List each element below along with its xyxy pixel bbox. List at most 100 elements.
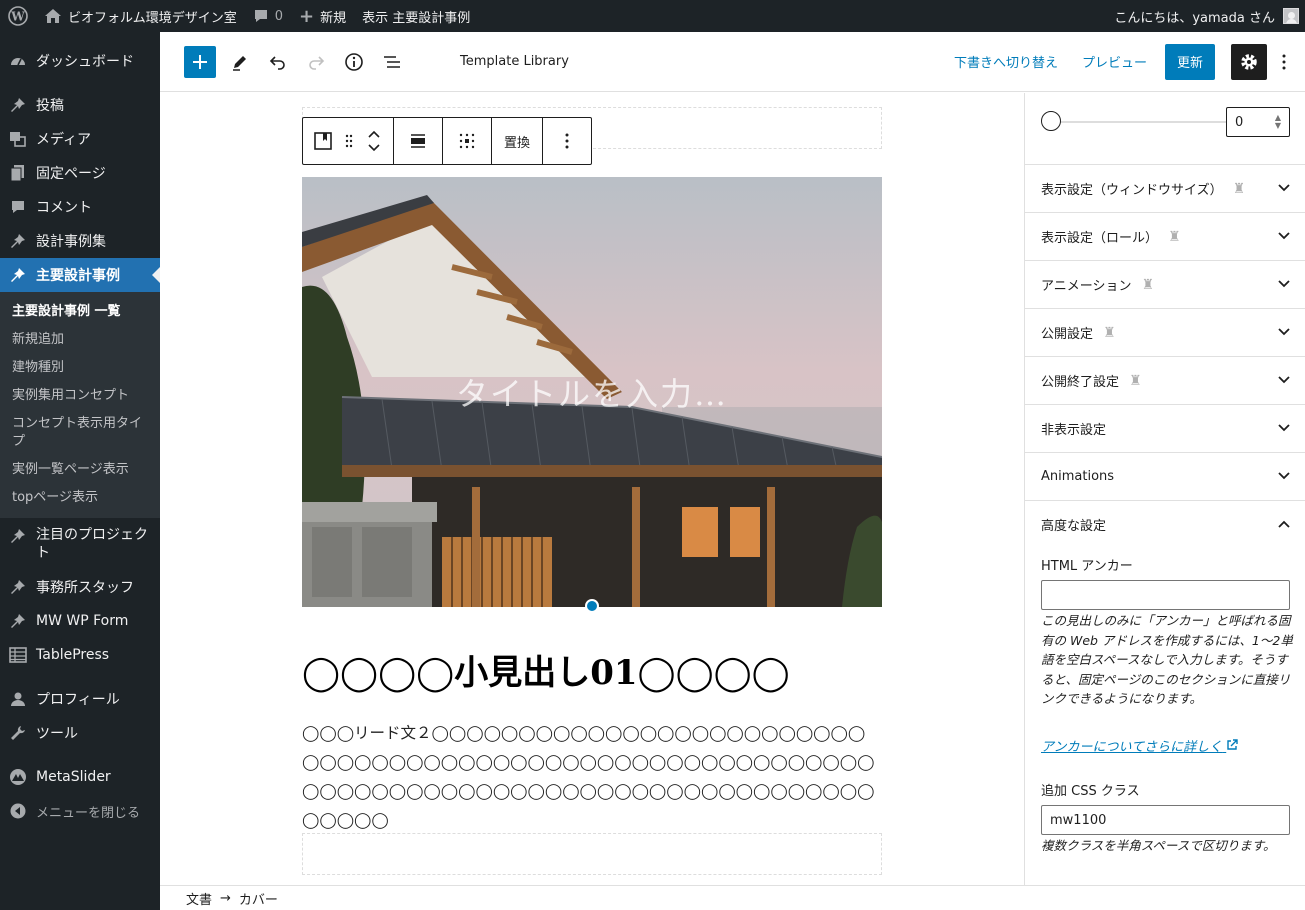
block-options-button[interactable] (549, 118, 585, 164)
panel-publish-end[interactable]: 公開終了設定 ♜ (1025, 356, 1305, 404)
wordpress-logo-icon[interactable]: W (0, 0, 36, 32)
list-view-icon (384, 55, 400, 68)
comment-icon (8, 197, 28, 217)
chevron-down-icon (1278, 469, 1290, 484)
panel-animations[interactable]: Animations (1025, 452, 1305, 500)
plugin-badge-icon: ♜ (1168, 228, 1181, 245)
undo-button[interactable] (260, 44, 296, 80)
avatar (1283, 8, 1299, 24)
submenu-item[interactable]: コンセプト表示用タイプ (0, 410, 160, 456)
preview-button[interactable]: プレビュー (1070, 52, 1159, 71)
submenu-item[interactable]: 新規追加 (0, 326, 160, 354)
range-thumb[interactable] (1041, 111, 1061, 131)
editor-canvas: タイトルを入力… 置換 ◯◯◯◯小見出し01◯◯◯◯ ◯◯◯リード文２◯◯◯◯◯… (160, 93, 1024, 885)
settings-button[interactable] (1231, 43, 1267, 80)
align-wide-icon[interactable] (400, 118, 436, 164)
cover-resize-handle[interactable] (585, 599, 599, 613)
new-label: 新規 (320, 10, 347, 26)
breadcrumb-root[interactable]: 文書 (186, 889, 212, 908)
gear-icon (1241, 53, 1257, 70)
view-post-link[interactable]: 表示 主要設計事例 (354, 0, 478, 32)
submenu-item[interactable]: topページ表示 (0, 484, 160, 512)
chevron-down-icon (1278, 421, 1290, 436)
menu-tablepress[interactable]: TablePress (0, 638, 160, 672)
menu-metaslider[interactable]: MetaSlider (0, 760, 160, 794)
heading-block[interactable]: ◯◯◯◯小見出し01◯◯◯◯ (302, 645, 882, 694)
cover-title-placeholder[interactable]: タイトルを入力… (302, 369, 882, 415)
plugin-badge-icon: ♜ (1103, 324, 1116, 341)
submenu-item[interactable]: 実例集用コンセプト (0, 382, 160, 410)
menu-label: 固定ページ (36, 166, 106, 182)
block-breadcrumb: 文書 → カバー (160, 885, 1305, 910)
more-options-button[interactable] (1269, 44, 1299, 80)
menu-pages[interactable]: 固定ページ (0, 156, 160, 190)
drag-handle-icon[interactable] (337, 118, 361, 164)
panel-hidden[interactable]: 非表示設定 (1025, 404, 1305, 452)
html-anchor-input[interactable] (1041, 580, 1290, 610)
replace-button[interactable]: 置換 (498, 132, 536, 151)
anchor-help-link[interactable]: アンカーについてさらに詳しく (1041, 736, 1238, 755)
submenu-main-cases: 主要設計事例 一覧 新規追加 建物種別 実例集用コンセプト コンセプト表示用タイ… (0, 292, 160, 518)
comment-icon (253, 8, 269, 24)
edit-tool-button[interactable] (222, 44, 258, 80)
menu-profile[interactable]: プロフィール (0, 682, 160, 716)
menu-design-cases[interactable]: 設計事例集 (0, 224, 160, 258)
menu-posts[interactable]: 投稿 (0, 88, 160, 122)
info-icon (345, 52, 363, 71)
account-menu[interactable]: こんにちは、yamada さん (1106, 0, 1305, 32)
switch-to-draft-button[interactable]: 下書きへ切り替え (942, 52, 1070, 71)
block-toolbar: 置換 (302, 117, 593, 165)
list-view-button[interactable] (374, 44, 410, 80)
move-up-down-icon[interactable] (361, 118, 387, 164)
cover-block-icon[interactable] (309, 118, 337, 164)
submenu-item[interactable]: 建物種別 (0, 354, 160, 382)
menu-tools[interactable]: ツール (0, 716, 160, 750)
panel-window-size[interactable]: 表示設定（ウィンドウサイズ） ♜ (1025, 164, 1305, 212)
menu-projects[interactable]: 注目のプロジェクト (0, 518, 160, 570)
paragraph-block[interactable]: ◯◯◯リード文２◯◯◯◯◯◯◯◯◯◯◯◯◯◯◯◯◯◯◯◯◯◯◯◯◯◯◯◯◯◯◯◯… (302, 719, 882, 835)
panel-publish[interactable]: 公開設定 ♜ (1025, 308, 1305, 356)
cover-block[interactable]: タイトルを入力… (302, 177, 882, 607)
submenu-item[interactable]: 実例一覧ページ表示 (0, 456, 160, 484)
more-vertical-icon (565, 133, 569, 149)
range-number-input[interactable]: 0 ▲ ▼ (1226, 107, 1290, 137)
comments-link[interactable]: 0 (245, 0, 291, 32)
update-button[interactable]: 更新 (1164, 43, 1215, 80)
menu-main-cases[interactable]: 主要設計事例 (0, 258, 160, 292)
menu-comments[interactable]: コメント (0, 190, 160, 224)
pencil-icon (233, 55, 246, 71)
panel-title: 公開設定 (1041, 327, 1094, 342)
menu-label: MW WP Form (36, 613, 129, 629)
empty-block-bottom[interactable] (302, 833, 882, 875)
range-track[interactable] (1051, 121, 1226, 123)
content-position-icon[interactable] (449, 118, 485, 164)
arrow-right-icon: → (220, 890, 231, 906)
menu-label: ツール (36, 726, 78, 742)
block-options-group (543, 118, 591, 164)
menu-staff[interactable]: 事務所スタッフ (0, 570, 160, 604)
block-inserter-button[interactable] (184, 45, 216, 78)
document-title[interactable]: Template Library (460, 54, 569, 69)
html-anchor-label: HTML アンカー (1041, 559, 1133, 574)
menu-mwwpform[interactable]: MW WP Form (0, 604, 160, 638)
site-name-link[interactable]: ビオフォルム環境デザイン室 (36, 0, 245, 32)
panel-title: アニメーション (1041, 279, 1132, 294)
details-button[interactable] (336, 44, 372, 80)
html-anchor-help: この見出しのみに「アンカー」と呼ばれる固有の Web アドレスを作成するには、1… (1041, 613, 1293, 706)
dashboard-icon (8, 51, 28, 71)
panel-animation[interactable]: アニメーション ♜ (1025, 260, 1305, 308)
redo-button[interactable] (298, 44, 334, 80)
menu-collapse[interactable]: メニューを閉じる (0, 794, 160, 828)
chevron-down-icon (1278, 181, 1290, 196)
css-class-input[interactable]: mw1100 (1041, 805, 1290, 835)
new-content-link[interactable]: + 新規 (291, 0, 354, 32)
metaslider-icon (8, 767, 28, 787)
submenu-item[interactable]: 主要設計事例 一覧 (0, 298, 160, 326)
pushpin-icon (8, 611, 28, 631)
menu-media[interactable]: メディア (0, 122, 160, 156)
panel-role[interactable]: 表示設定（ロール） ♜ (1025, 212, 1305, 260)
panel-advanced[interactable]: 高度な設定 (1025, 500, 1305, 548)
menu-dashboard[interactable]: ダッシュボード (0, 44, 160, 78)
pushpin-icon (8, 231, 28, 251)
breadcrumb-current[interactable]: カバー (239, 889, 278, 908)
